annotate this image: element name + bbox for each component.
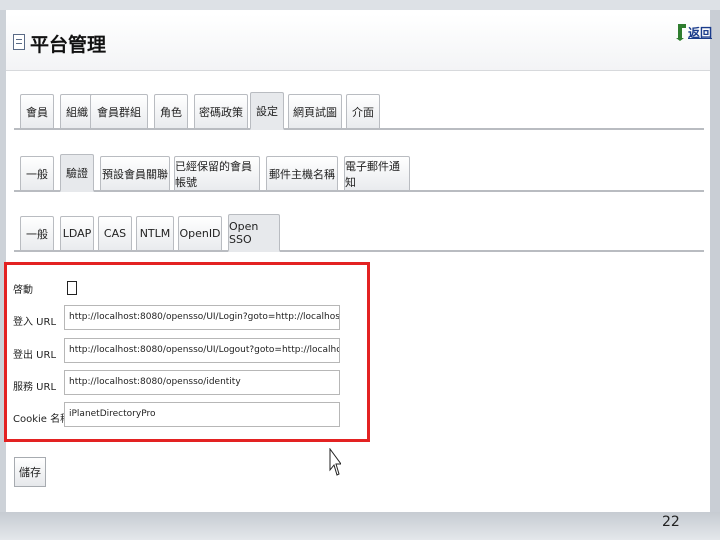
enabled-label: 啓動	[13, 285, 33, 296]
tab-ldap[interactable]: LDAP	[60, 216, 94, 252]
slide-number: 22	[662, 514, 680, 530]
login-url-label: 登入 URL	[13, 317, 57, 328]
tab-open-sso[interactable]: Open SSO	[228, 214, 280, 252]
tab-default-associations[interactable]: 預設會員關聯	[100, 156, 170, 192]
tab-interface[interactable]: 介面	[346, 94, 380, 130]
tab-ntlm[interactable]: NTLM	[136, 216, 174, 252]
logout-url-input[interactable]: http://localhost:8080/opensso/UI/Logout?…	[64, 338, 340, 363]
tab-roles[interactable]: 角色	[154, 94, 188, 130]
slide-footer	[0, 512, 720, 540]
mouse-pointer-icon	[329, 448, 341, 476]
window-top-frame	[0, 0, 720, 10]
settings-tabbar: 一般 驗證 預設會員關聯 已經保留的會員帳號 郵件主機名稱 電子郵件通知	[14, 148, 704, 192]
tab-authentication[interactable]: 驗證	[60, 154, 94, 192]
tab-web-view[interactable]: 網頁試圖	[288, 94, 342, 130]
tab-organizations[interactable]: 組織	[60, 94, 94, 130]
tab-settings[interactable]: 設定	[250, 92, 284, 130]
save-button[interactable]: 儲存	[14, 457, 46, 487]
back-arrow-icon	[674, 22, 688, 42]
tab-mail-host-names[interactable]: 郵件主機名稱	[266, 156, 338, 192]
cookie-name-label: Cookie 名稱	[13, 414, 71, 425]
document-icon	[13, 34, 25, 50]
tab-member-groups[interactable]: 會員群組	[90, 94, 148, 130]
service-url-input[interactable]: http://localhost:8080/opensso/identity	[64, 370, 340, 395]
cookie-name-input[interactable]: iPlanetDirectoryPro	[64, 402, 340, 427]
tab-openid[interactable]: OpenID	[178, 216, 222, 252]
logout-url-label: 登出 URL	[13, 350, 57, 361]
tab-members[interactable]: 會員	[20, 94, 54, 130]
back-label: 返回	[688, 25, 713, 40]
auth-tabbar: 一般 LDAP CAS NTLM OpenID Open SSO	[14, 208, 704, 252]
tab-reserved-accounts[interactable]: 已經保留的會員帳號	[174, 156, 260, 192]
back-link[interactable]: 返回	[674, 22, 712, 42]
service-url-label: 服務 URL	[13, 382, 57, 393]
window-right-frame	[710, 10, 720, 540]
enabled-checkbox[interactable]	[67, 281, 77, 295]
tab-email-notifications[interactable]: 電子郵件通知	[344, 156, 410, 192]
page-header	[6, 14, 710, 71]
tab-auth-general[interactable]: 一般	[20, 216, 54, 252]
tab-cas[interactable]: CAS	[98, 216, 132, 252]
login-url-input[interactable]: http://localhost:8080/opensso/UI/Login?g…	[64, 305, 340, 330]
page-title: 平台管理	[30, 34, 107, 56]
tab-password-policy[interactable]: 密碼政策	[194, 94, 248, 130]
main-tabbar: 會員 組織 會員群組 角色 密碼政策 設定 網頁試圖 介面	[14, 84, 704, 130]
tab-general[interactable]: 一般	[20, 156, 54, 192]
